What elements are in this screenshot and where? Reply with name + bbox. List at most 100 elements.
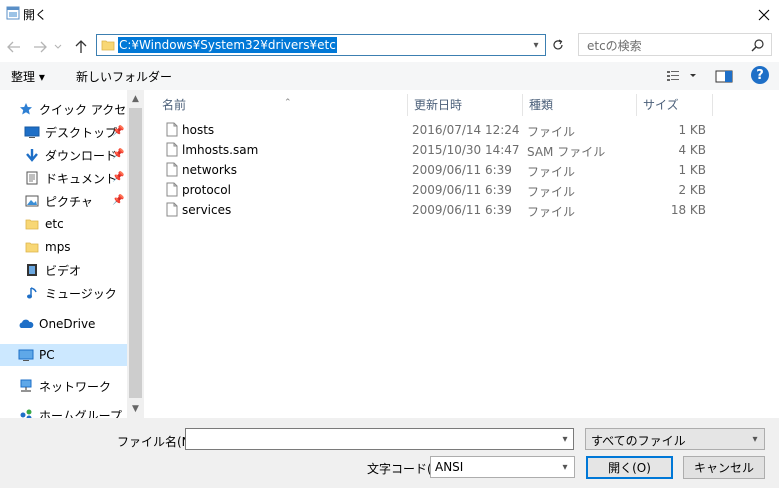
sidebar-item-etc[interactable]: etc (0, 213, 144, 235)
sidebar-item-onedrive[interactable]: OneDrive (0, 313, 144, 335)
column-header-type[interactable]: 種類 (523, 94, 637, 116)
back-arrow-icon (7, 41, 20, 53)
file-date: 2009/06/11 6:39 (412, 163, 512, 177)
sidebar-item-homegroup[interactable]: ホームグループ (0, 404, 144, 418)
sidebar-item-videos[interactable]: ビデオ (0, 259, 144, 281)
pin-icon: 📌 (112, 126, 125, 137)
sidebar-item-label: ミュージック (45, 286, 117, 301)
view-options-button[interactable] (666, 68, 702, 84)
file-size: 18 KB (670, 203, 706, 217)
sidebar-item-label: ダウンロード (45, 148, 118, 163)
column-header-date[interactable]: 更新日時 (408, 94, 523, 116)
file-row[interactable]: services 2009/06/11 6:39 ファイル 18 KB (160, 200, 720, 220)
close-icon (758, 9, 769, 21)
back-button[interactable] (4, 38, 24, 56)
file-icon (166, 122, 178, 137)
forward-arrow-icon (34, 41, 47, 53)
address-path[interactable]: C:¥Windows¥System32¥drivers¥etc (118, 37, 337, 53)
recent-locations-button[interactable] (52, 38, 64, 56)
column-header-label: 種類 (529, 98, 554, 112)
column-header-size[interactable]: サイズ (637, 94, 713, 116)
sidebar-item-label: PC (39, 348, 55, 362)
sidebar-item-pictures[interactable]: ピクチャ 📌 (0, 190, 144, 212)
sidebar-item-label: クイック アクセス (39, 102, 139, 117)
bottom-panel: ファイル名(N): ▾ すべてのファイル ▾ 文字コード(E): ANSI ▾ … (0, 418, 779, 488)
address-dropdown-icon[interactable]: ▾ (529, 38, 543, 52)
file-name: hosts (182, 123, 215, 137)
preview-pane-button[interactable] (715, 68, 733, 84)
file-row[interactable]: hosts 2016/07/14 12:24 ファイル 1 KB (160, 120, 720, 140)
cloud-icon (18, 316, 34, 332)
file-row[interactable]: lmhosts.sam 2015/10/30 14:47 SAM ファイル 4 … (160, 140, 720, 160)
file-size: 1 KB (678, 123, 706, 137)
file-type: ファイル (527, 165, 576, 179)
up-button[interactable] (71, 38, 91, 56)
file-type: ファイル (527, 205, 576, 219)
pin-icon: 📌 (112, 172, 125, 183)
file-name: services (182, 203, 232, 217)
file-row[interactable]: networks 2009/06/11 6:39 ファイル 1 KB (160, 160, 720, 180)
sidebar-item-documents[interactable]: ドキュメント 📌 (0, 167, 144, 189)
sidebar-item-music[interactable]: ミュージック (0, 282, 144, 304)
file-type: ファイル (527, 185, 576, 199)
encoding-value: ANSI (435, 460, 464, 474)
sidebar-item-label: ビデオ (45, 263, 82, 278)
toolbar: 整理 ▾ 新しいフォルダー ? (0, 62, 779, 90)
chevron-down-icon (54, 44, 62, 49)
sidebar-item-downloads[interactable]: ダウンロード 📌 (0, 144, 144, 166)
navigation-pane: クイック アクセス デスクトップ 📌 ダウンロード 📌 ドキュメント 📌 ピクチ… (0, 90, 144, 418)
desktop-icon (24, 124, 40, 140)
file-size: 1 KB (678, 163, 706, 177)
new-folder-button[interactable]: 新しいフォルダー (76, 68, 172, 85)
help-button[interactable]: ? (751, 66, 769, 84)
homegroup-icon (18, 407, 34, 418)
search-input[interactable]: etcの検索 (578, 33, 772, 56)
sidebar-item-label: OneDrive (39, 317, 96, 331)
chevron-down-icon[interactable]: ▾ (558, 432, 572, 446)
sidebar-item-desktop[interactable]: デスクトップ 📌 (0, 121, 144, 143)
file-icon (166, 202, 178, 217)
chevron-down-icon: ▾ (752, 433, 758, 445)
file-type: ファイル (527, 125, 576, 139)
picture-icon (24, 193, 40, 209)
music-icon (24, 285, 40, 301)
open-button[interactable]: 開く(O) (586, 456, 673, 479)
sidebar-item-quick-access[interactable]: クイック アクセス (0, 98, 144, 120)
scroll-down-icon[interactable]: ▼ (127, 402, 144, 416)
search-icon[interactable] (751, 38, 765, 52)
chevron-down-icon: ▾ (562, 461, 568, 473)
download-icon (24, 147, 40, 163)
column-header-label: サイズ (643, 98, 679, 112)
filename-input[interactable]: ▾ (185, 428, 574, 450)
cancel-button[interactable]: キャンセル (683, 456, 765, 479)
file-name: lmhosts.sam (182, 143, 259, 157)
sidebar-item-label: mps (45, 240, 71, 254)
sidebar-item-label: ホームグループ (39, 408, 122, 419)
file-row[interactable]: protocol 2009/06/11 6:39 ファイル 2 KB (160, 180, 720, 200)
close-button[interactable] (748, 0, 779, 30)
address-bar[interactable]: C:¥Windows¥System32¥drivers¥etc ▾ (96, 34, 546, 56)
encoding-select[interactable]: ANSI ▾ (430, 456, 575, 478)
file-type-filter-select[interactable]: すべてのファイル ▾ (585, 428, 765, 450)
forward-button[interactable] (30, 38, 50, 56)
video-icon (24, 262, 40, 278)
title-bar: 開く (0, 0, 779, 30)
search-placeholder: etcの検索 (587, 39, 642, 53)
sidebar-item-label: ネットワーク (39, 379, 112, 394)
column-header-name[interactable]: 名前 ⌃ (156, 94, 408, 116)
sidebar-item-mps[interactable]: mps (0, 236, 144, 258)
sidebar-item-network[interactable]: ネットワーク (0, 375, 144, 397)
file-date: 2016/07/14 12:24 (412, 123, 520, 137)
folder-icon (101, 38, 115, 52)
organize-button[interactable]: 整理 ▾ (11, 68, 45, 85)
refresh-button[interactable] (548, 34, 568, 56)
scroll-up-icon[interactable]: ▲ (127, 92, 144, 106)
sort-ascending-icon: ⌃ (284, 98, 292, 108)
file-date: 2009/06/11 6:39 (412, 203, 512, 217)
sidebar-item-pc[interactable]: PC (0, 344, 144, 366)
file-icon (166, 182, 178, 197)
up-arrow-icon (75, 40, 87, 53)
folder-icon (24, 239, 40, 255)
window-icon (6, 6, 20, 20)
sidebar-scrollbar-thumb[interactable] (129, 108, 142, 398)
